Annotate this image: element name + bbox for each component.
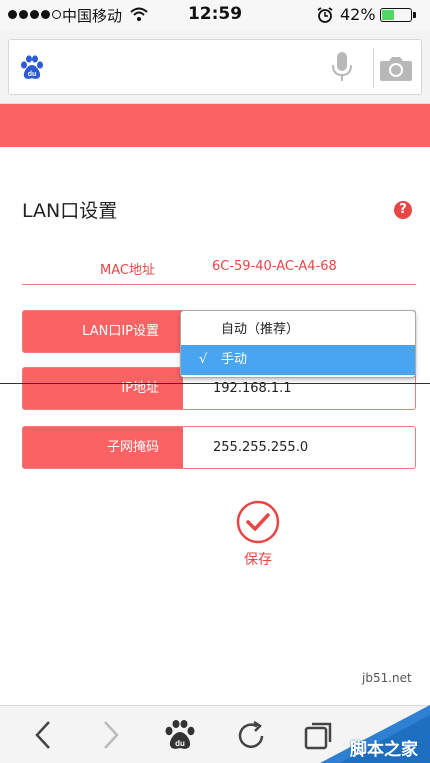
forward-icon[interactable]	[102, 720, 120, 750]
page-header-banner	[0, 104, 430, 147]
subnet-mask-label: 子网掩码	[23, 427, 183, 468]
battery-level-fill	[382, 10, 394, 20]
screen: 中国移动 12:59 42% du LAN口设置 ? MAC地址 6C-59-4…	[0, 0, 430, 763]
divider-line	[0, 383, 430, 384]
battery-tip	[413, 12, 416, 18]
dropdown-option-manual[interactable]: √ 手动	[181, 345, 415, 375]
dropdown-option-manual-label: 手动	[221, 352, 248, 367]
watermark-url: jb51.net	[362, 671, 412, 685]
baidu-logo-icon[interactable]: du	[18, 54, 46, 82]
svg-text:du: du	[175, 739, 185, 748]
alarm-icon	[317, 7, 333, 23]
save-button[interactable]	[236, 500, 280, 544]
mac-address-row: MAC地址 6C-59-40-AC-A4-68	[22, 255, 416, 285]
battery-icon	[380, 8, 412, 22]
refresh-icon[interactable]	[235, 720, 267, 752]
page-title: LAN口设置	[22, 200, 118, 222]
watermark-text: 脚本之家	[350, 740, 418, 760]
search-input[interactable]: du	[8, 39, 422, 95]
ip-address-label: IP地址	[23, 368, 183, 409]
search-divider	[373, 48, 374, 88]
save-label[interactable]: 保存	[236, 549, 280, 569]
battery-percent: 42%	[340, 5, 376, 24]
lan-ip-mode-dropdown[interactable]: 自动（推荐） √ 手动	[180, 310, 416, 378]
back-icon[interactable]	[34, 720, 52, 750]
help-icon[interactable]: ?	[394, 201, 412, 219]
lan-ip-setting-label: LAN口IP设置	[23, 311, 183, 352]
subnet-mask-field[interactable]: 255.255.255.0	[213, 427, 308, 468]
svg-text:du: du	[28, 71, 37, 78]
baidu-paw-icon[interactable]: du	[163, 720, 197, 752]
microphone-icon[interactable]	[331, 51, 353, 83]
dropdown-option-auto[interactable]: 自动（推荐）	[181, 315, 415, 345]
check-icon: √	[199, 352, 208, 367]
mac-address-label: MAC地址	[100, 263, 155, 278]
subnet-mask-row: 子网掩码 255.255.255.0	[22, 426, 416, 469]
mac-address-value: 6C-59-40-AC-A4-68	[212, 259, 337, 274]
status-bar: 中国移动 12:59 42%	[0, 0, 430, 30]
camera-icon[interactable]	[379, 54, 413, 82]
browser-bar: du	[0, 30, 430, 104]
